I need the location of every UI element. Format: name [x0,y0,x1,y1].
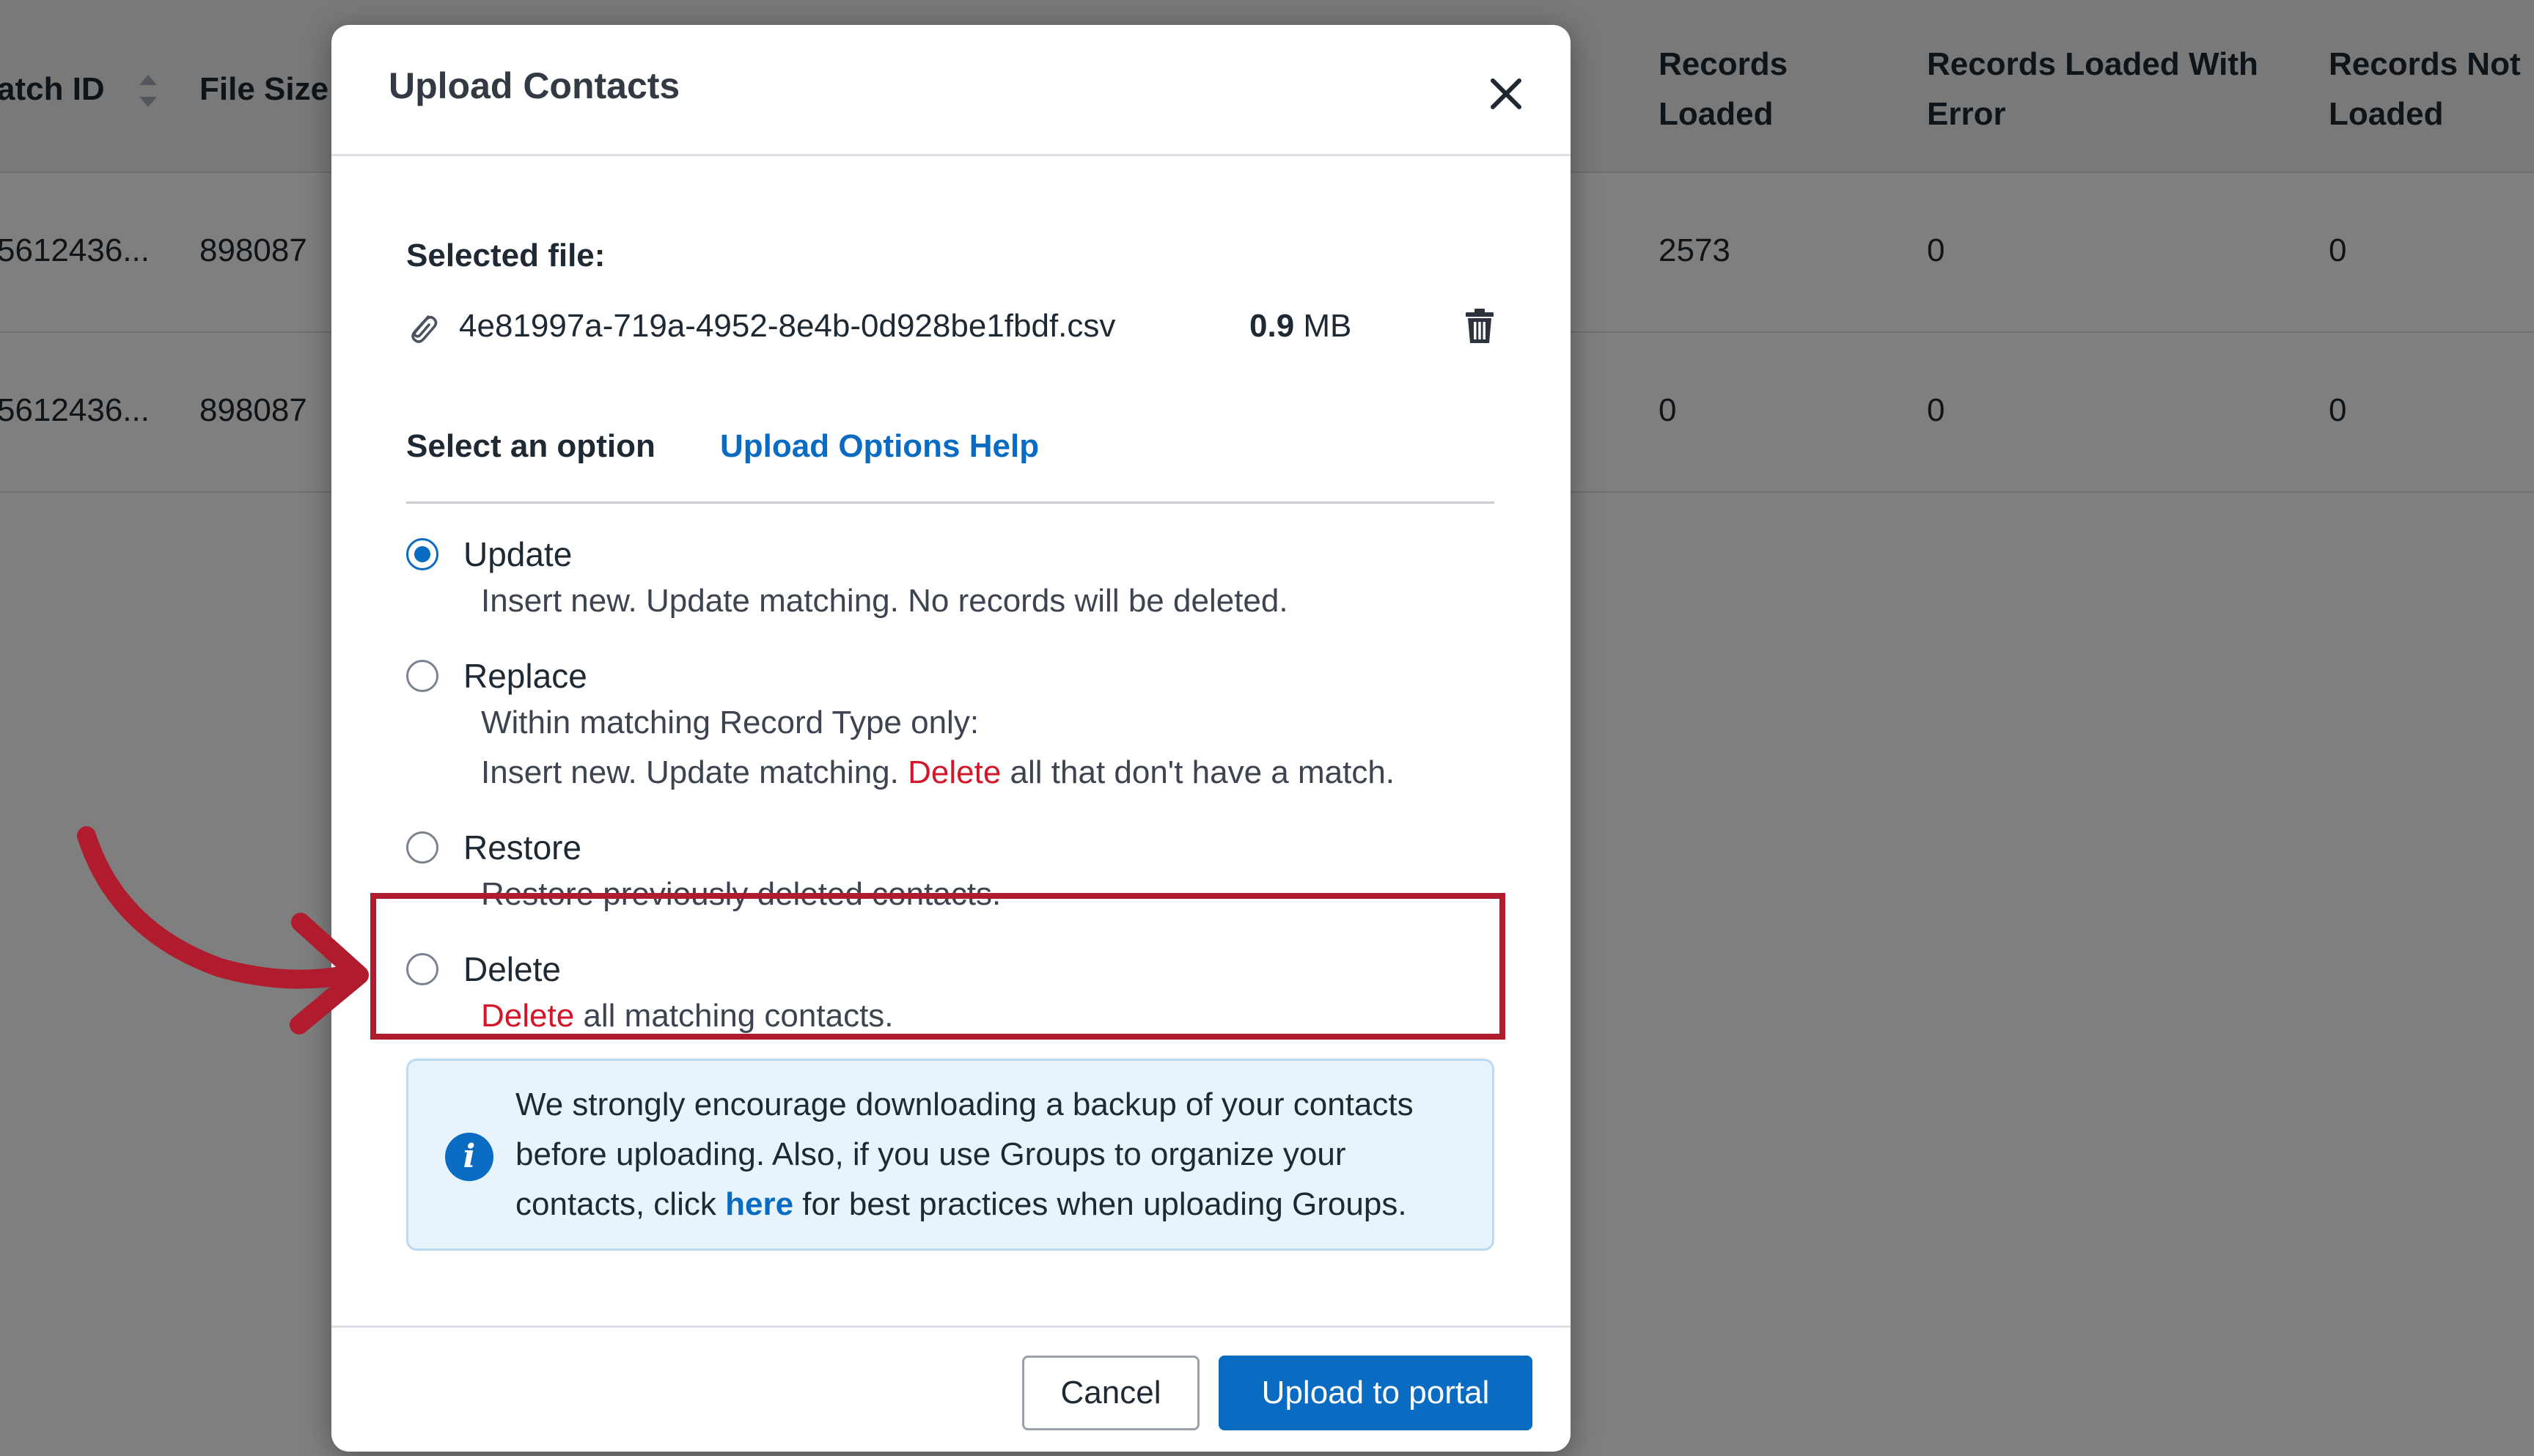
option-replace-desc-line2: Insert new. Update matching. Delete all … [481,748,1395,798]
option-update-label: Update [463,535,573,573]
option-tabs: Select an option Upload Options Help [406,399,1494,504]
upload-options-help-link[interactable]: Upload Options Help [720,428,1039,465]
option-replace[interactable]: Replace Within matching Record Type only… [406,657,1494,814]
cancel-button[interactable]: Cancel [1022,1356,1200,1430]
selected-file-row: 4e81997a-719a-4952-8e4b-0d928be1fbdf.csv… [406,301,1496,352]
option-update[interactable]: Update Insert new. Update matching. No r… [406,535,1494,641]
dialog-header: Upload Contacts [331,25,1571,156]
file-size-value: 0.9 [1249,308,1295,344]
annotation-arrow-icon [77,826,369,1034]
info-text: We strongly encourage downloading a back… [515,1080,1483,1229]
page: atch ID File Size Records Loaded Records… [0,0,2534,1456]
trash-icon[interactable] [1464,308,1496,345]
radio-restore[interactable] [406,831,438,864]
radio-update[interactable] [406,538,438,570]
replace-desc-post: all that don't have a match. [1010,754,1395,790]
upload-to-portal-button[interactable]: Upload to portal [1219,1356,1532,1430]
annotation-highlight-box [370,893,1505,1040]
file-name: 4e81997a-719a-4952-8e4b-0d928be1fbdf.csv [459,308,1116,344]
dialog-footer: Cancel Upload to portal [331,1326,1571,1452]
replace-desc-delete-word: Delete [908,754,1002,790]
info-here-link[interactable]: here [725,1186,793,1222]
file-size: 0.9 MB [1249,301,1351,352]
option-update-desc: Insert new. Update matching. No records … [481,583,1288,619]
option-replace-desc-line1: Within matching Record Type only: [481,705,980,740]
selected-file-label: Selected file: [406,238,606,273]
replace-desc-pre: Insert new. Update matching. [481,754,899,790]
radio-replace[interactable] [406,660,438,692]
file-size-unit: MB [1303,308,1352,344]
option-restore-label: Restore [463,828,582,867]
info-icon: i [445,1133,493,1181]
tab-select-option[interactable]: Select an option [406,428,655,465]
paperclip-icon [406,309,438,345]
upload-contacts-dialog: Upload Contacts Selected file: 4e81997a-… [331,25,1571,1452]
dialog-title: Upload Contacts [389,65,680,106]
option-replace-label: Replace [463,657,587,695]
backup-info-box: i We strongly encourage downloading a ba… [406,1059,1494,1251]
close-icon[interactable] [1483,70,1529,117]
info-text-post: for best practices when uploading Groups… [802,1186,1407,1222]
